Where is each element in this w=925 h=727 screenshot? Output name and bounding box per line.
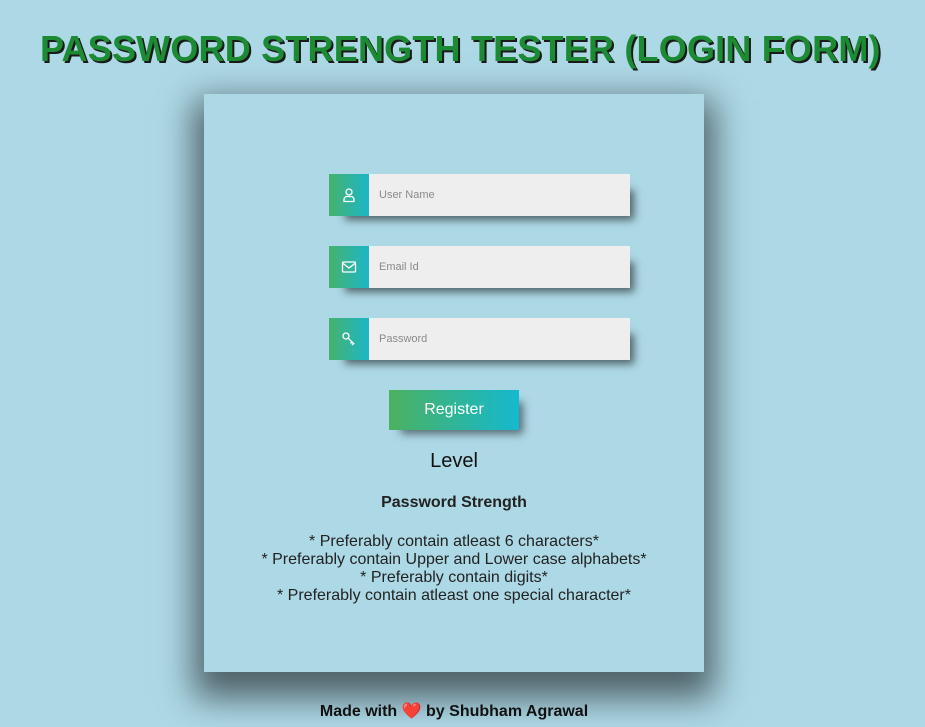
strength-level-label: Level <box>430 450 478 472</box>
password-rule: * Preferably contain atleast 6 character… <box>309 533 599 550</box>
email-field-group <box>329 246 630 288</box>
login-form-card: Register Level Password Strength * Prefe… <box>204 94 704 672</box>
password-field-group <box>329 318 630 360</box>
password-rules-list: * Preferably contain atleast 6 character… <box>204 533 704 605</box>
password-input[interactable] <box>369 318 630 360</box>
username-field-group <box>329 174 630 216</box>
password-rule: * Preferably contain atleast one special… <box>277 587 631 604</box>
email-input[interactable] <box>369 246 630 288</box>
key-icon <box>329 318 369 360</box>
register-button[interactable]: Register <box>389 390 519 430</box>
password-rule: * Preferably contain digits* <box>360 569 548 586</box>
user-icon <box>329 174 369 216</box>
footer-prefix: Made with <box>319 703 398 720</box>
footer-credit: Made with ❤️ by Shubham Agrawal <box>0 701 908 721</box>
footer-author: by Shubham Agrawal <box>426 703 589 720</box>
password-rule: * Preferably contain Upper and Lower cas… <box>261 551 647 568</box>
page-title: PASSWORD STRENGTH TESTER (LOGIN FORM) <box>40 28 881 69</box>
password-strength-heading: Password Strength <box>381 494 527 511</box>
envelope-icon <box>329 246 369 288</box>
username-input[interactable] <box>369 174 630 216</box>
heart-icon: ❤️ <box>401 703 422 720</box>
